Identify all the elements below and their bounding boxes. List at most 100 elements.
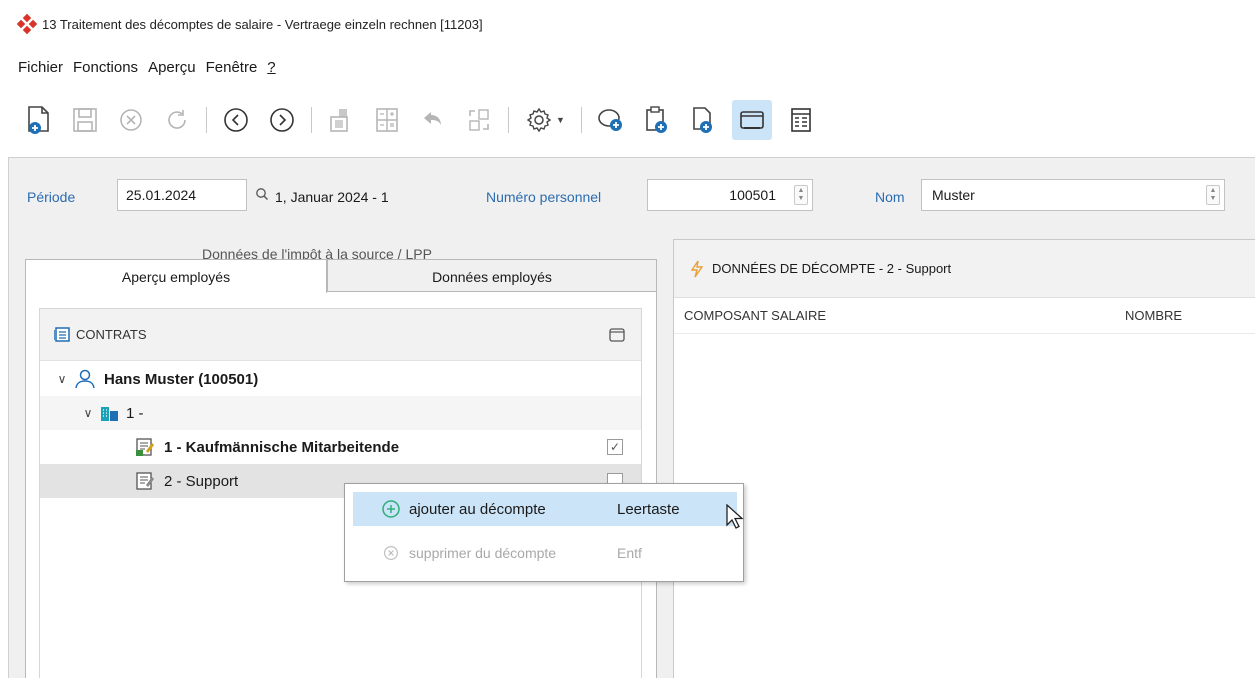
- app-window: 13 Traitement des décomptes de salaire -…: [0, 0, 1255, 678]
- contract-document-icon: [136, 472, 154, 490]
- contract-1-label: 1 - Kaufmännische Mitarbeitende: [164, 438, 400, 456]
- person-icon: [75, 369, 95, 389]
- lightning-icon: [690, 260, 704, 277]
- window-icon: [740, 111, 764, 129]
- tab-apercu-employes[interactable]: Aperçu employés: [25, 259, 327, 293]
- menu-bar: Fichier Fonctions Aperçu Fenêtre ?: [0, 54, 276, 80]
- nom-field[interactable]: Muster ▲ ▼: [921, 179, 1225, 211]
- menu-item-ajouter-shortcut: Leertaste: [617, 500, 680, 518]
- form-view-button[interactable]: [784, 100, 818, 140]
- menu-item-ajouter[interactable]: ajouter au décompte Leertaste: [353, 492, 737, 526]
- context-menu: ajouter au décompte Leertaste supprimer …: [344, 483, 744, 582]
- decompte-title: DONNÉES DE DÉCOMPTE - 2 - Support: [712, 261, 952, 276]
- menu-fonctions[interactable]: Fonctions: [73, 59, 138, 76]
- tab-donnees-employes-label: Données employés: [432, 268, 552, 285]
- tab-donnees-employes[interactable]: Données employés: [327, 259, 657, 293]
- contracts-title: CONTRATS: [76, 327, 147, 342]
- nom-value: Muster: [932, 187, 975, 203]
- menu-item-supprimer-label: supprimer du décompte: [409, 545, 557, 561]
- col-composant-salaire[interactable]: COMPOSANT SALAIRE: [684, 308, 826, 323]
- expand-icon: [469, 109, 489, 131]
- app-logo-icon: [16, 13, 38, 35]
- next-icon: [270, 108, 294, 132]
- calculator-icon: [376, 108, 398, 132]
- settings-dropdown-button[interactable]: ▼: [521, 100, 569, 140]
- menu-apercu[interactable]: Aperçu: [148, 59, 196, 76]
- tree-employee-row[interactable]: ∨ Hans Muster (100501): [40, 362, 641, 396]
- refresh-icon: [168, 110, 186, 129]
- tree-company-row[interactable]: ∨ 1 -: [40, 396, 641, 430]
- tree-contract-1-row[interactable]: 1 - Kaufmännische Mitarbeitende ✓: [40, 430, 641, 464]
- right-panel: DONNÉES DE DÉCOMPTE - 2 - Support COMPOS…: [673, 239, 1255, 678]
- numero-field[interactable]: 100501 ▲ ▼: [647, 179, 813, 211]
- company-label: 1 -: [126, 404, 144, 422]
- nom-label: Nom: [875, 189, 905, 205]
- toolbar: ▼: [0, 88, 1255, 152]
- decompte-header: DONNÉES DE DÉCOMPTE - 2 - Support: [674, 240, 1255, 298]
- window-title: 13 Traitement des décomptes de salaire -…: [42, 16, 483, 32]
- copy-button[interactable]: [324, 100, 358, 140]
- periode-label: Période: [27, 189, 76, 205]
- expand-button[interactable]: [462, 100, 496, 140]
- contract-1-checkbox[interactable]: ✓: [607, 439, 623, 455]
- save-icon: [73, 108, 97, 132]
- add-comment-button[interactable]: [594, 100, 628, 140]
- contract-2-label: 2 - Support: [164, 472, 239, 490]
- menu-item-ajouter-label: ajouter au décompte: [409, 500, 546, 518]
- add-circle-icon: [382, 500, 400, 518]
- contract-list-icon: [54, 326, 70, 342]
- building-icon: [101, 407, 118, 421]
- undo-button[interactable]: [416, 100, 450, 140]
- menu-item-supprimer[interactable]: supprimer du décompte Entf: [353, 536, 737, 570]
- contract-document-icon: [136, 438, 154, 456]
- menu-fenetre[interactable]: Fenêtre: [206, 59, 258, 76]
- remove-circle-icon: [384, 546, 398, 560]
- cancel-icon: [120, 109, 142, 131]
- calculator-button[interactable]: [370, 100, 404, 140]
- numero-label: Numéro personnel: [486, 189, 602, 205]
- tab-apercu-employes-label: Aperçu employés: [121, 268, 231, 285]
- chevron-down-icon[interactable]: ∨: [80, 406, 96, 420]
- refresh-button[interactable]: [160, 100, 194, 140]
- mouse-cursor-icon: [726, 504, 744, 529]
- filter-row: Période 25.01.2024 1, Januar 2024 - 1 Nu…: [9, 158, 1255, 228]
- col-nombre[interactable]: NOMBRE: [1125, 308, 1182, 323]
- employee-name: Hans Muster (100501): [104, 370, 259, 388]
- form-icon: [791, 108, 811, 132]
- toolbar-separator: [311, 107, 312, 133]
- toolbar-separator: [508, 107, 509, 133]
- settings-icon: [526, 107, 552, 133]
- toolbar-separator: [581, 107, 582, 133]
- search-icon[interactable]: [255, 187, 269, 204]
- add-comment-icon: [598, 109, 622, 131]
- menu-fichier[interactable]: Fichier: [18, 59, 63, 76]
- clipboard-add-icon: [646, 106, 667, 133]
- document-add-button[interactable]: [686, 100, 720, 140]
- cancel-button[interactable]: [114, 100, 148, 140]
- document-add-icon: [693, 107, 712, 133]
- menu-help[interactable]: ?: [267, 59, 275, 76]
- new-document-icon: [28, 106, 49, 134]
- clipboard-add-button[interactable]: [640, 100, 674, 140]
- toolbar-separator: [206, 107, 207, 133]
- numero-value: 100501: [729, 187, 776, 203]
- menu-item-supprimer-shortcut: Entf: [617, 545, 642, 561]
- nom-spinner[interactable]: ▲ ▼: [1206, 185, 1220, 205]
- previous-button[interactable]: [219, 100, 253, 140]
- chevron-down-icon[interactable]: ∨: [54, 372, 70, 386]
- new-button[interactable]: [22, 100, 56, 140]
- save-button[interactable]: [68, 100, 102, 140]
- main-area: Période 25.01.2024 1, Januar 2024 - 1 Nu…: [8, 157, 1255, 678]
- chevron-down-icon: ▼: [556, 115, 565, 125]
- undo-icon: [424, 112, 441, 125]
- window-view-button[interactable]: [732, 100, 772, 140]
- next-button[interactable]: [265, 100, 299, 140]
- title-bar: 13 Traitement des décomptes de salaire -…: [0, 0, 1255, 48]
- contracts-header: CONTRATS: [40, 309, 641, 361]
- periode-field[interactable]: 25.01.2024: [117, 179, 247, 211]
- periode-value: 25.01.2024: [126, 187, 197, 203]
- copy-icon: [330, 109, 348, 132]
- decompte-column-headers: COMPOSANT SALAIRE NOMBRE: [674, 298, 1255, 334]
- numero-spinner[interactable]: ▲ ▼: [794, 185, 808, 205]
- window-toggle-icon[interactable]: [609, 328, 625, 345]
